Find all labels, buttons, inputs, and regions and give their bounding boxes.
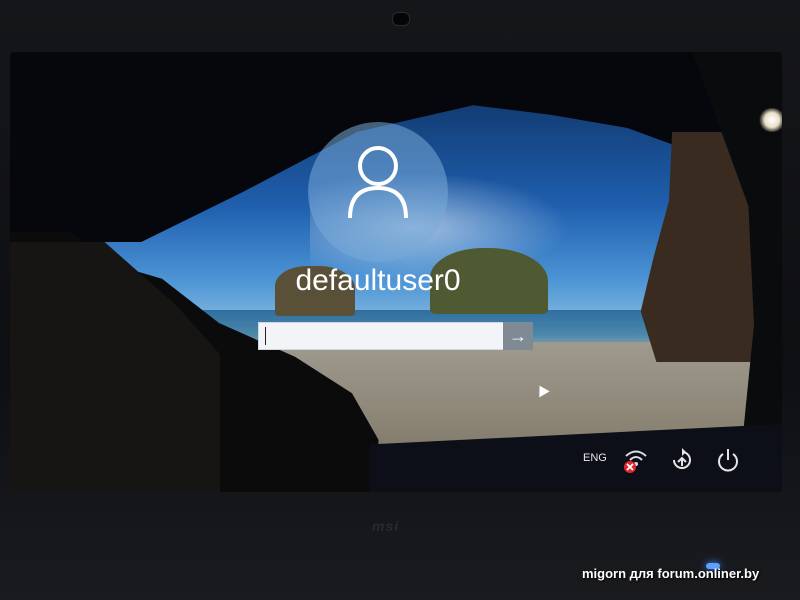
- text-caret: [265, 327, 266, 345]
- power-icon[interactable]: [714, 446, 742, 474]
- laptop-bezel: defaultuser0 → ENG msi migorn для forum.…: [0, 0, 800, 600]
- password-input[interactable]: [258, 322, 504, 350]
- light-reflection: [758, 108, 782, 132]
- network-disconnected-icon[interactable]: [622, 446, 650, 474]
- webcam: [392, 12, 410, 26]
- submit-arrow-button[interactable]: →: [503, 322, 533, 350]
- photo-watermark: migorn для forum.onliner.by: [582, 566, 760, 581]
- lock-screen: defaultuser0 → ENG: [10, 52, 782, 492]
- bezel-brand-logo: msi: [372, 518, 400, 534]
- ease-of-access-icon[interactable]: [668, 446, 696, 474]
- language-indicator[interactable]: ENG: [583, 452, 607, 464]
- user-icon: [348, 146, 408, 219]
- username-label: defaultuser0: [295, 264, 461, 297]
- arrow-right-icon: →: [509, 326, 527, 346]
- user-avatar[interactable]: [308, 122, 448, 262]
